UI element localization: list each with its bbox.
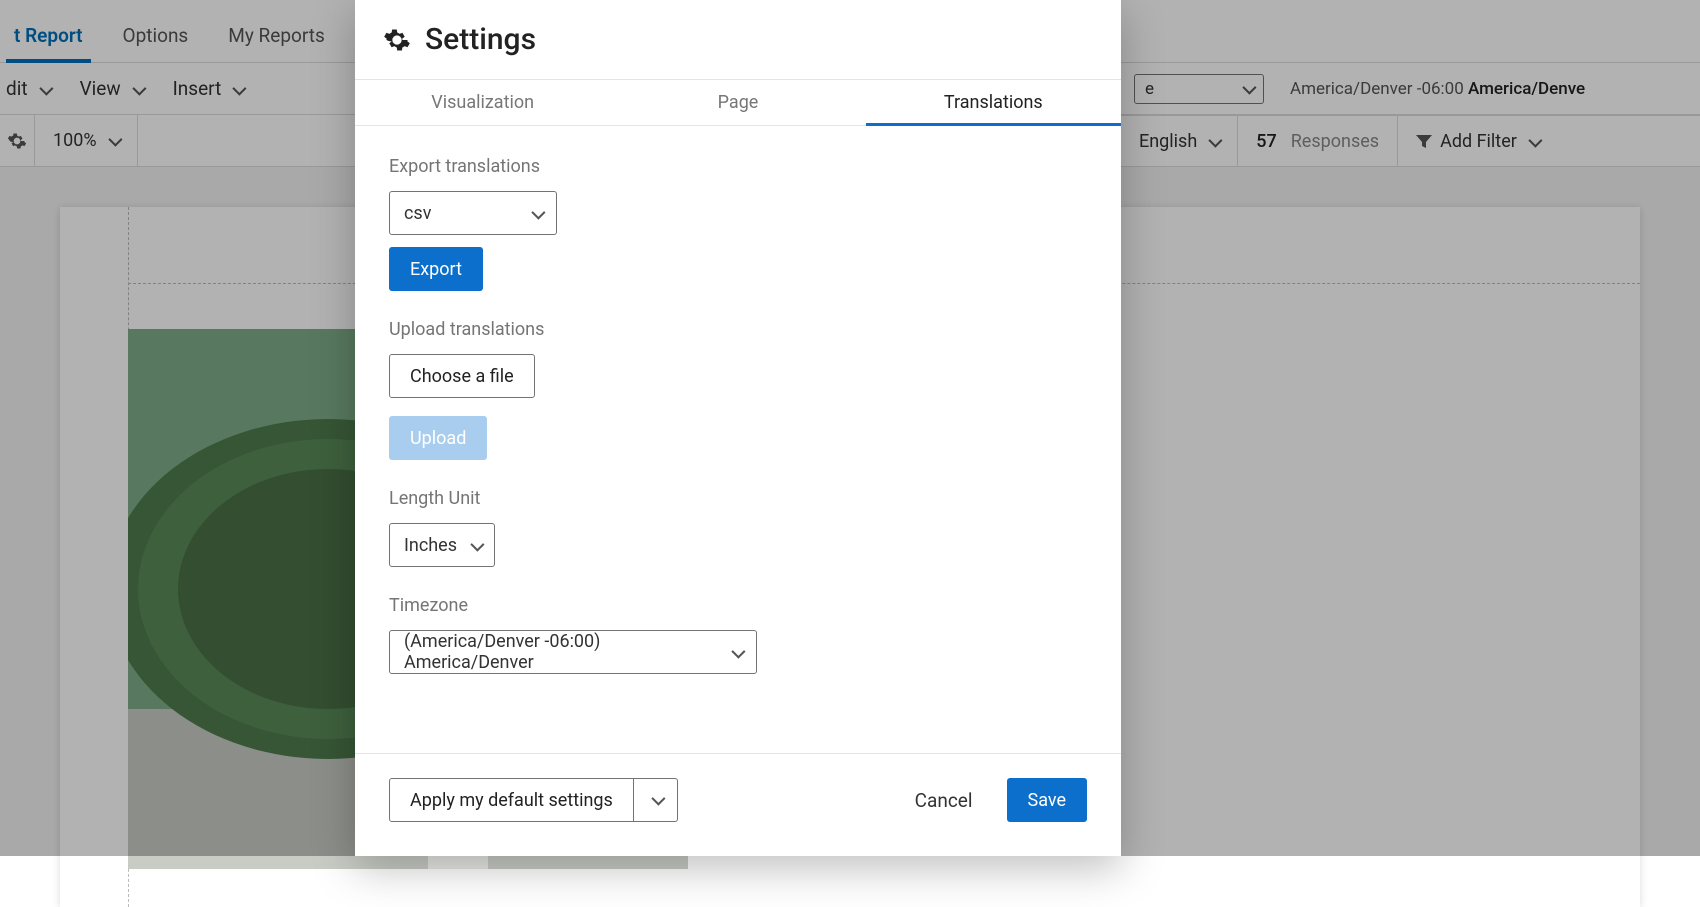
timezone-value: (America/Denver -06:00) America/Denver bbox=[404, 631, 718, 673]
upload-section: Upload translations Choose a file Upload bbox=[389, 319, 1087, 460]
export-format-select[interactable]: csv bbox=[389, 191, 557, 235]
tab-page[interactable]: Page bbox=[610, 80, 865, 125]
chevron-down-icon bbox=[467, 535, 481, 556]
apply-defaults-button[interactable]: Apply my default settings bbox=[389, 778, 634, 822]
settings-modal: Settings Visualization Page Translations… bbox=[355, 0, 1121, 856]
modal-tab-bar: Visualization Page Translations bbox=[355, 80, 1121, 126]
tab-translations[interactable]: Translations bbox=[866, 80, 1121, 125]
export-section: Export translations csv Export bbox=[389, 156, 1087, 291]
save-button[interactable]: Save bbox=[1007, 778, 1088, 822]
timezone-section: Timezone (America/Denver -06:00) America… bbox=[389, 595, 1087, 674]
length-unit-section: Length Unit Inches bbox=[389, 488, 1087, 567]
export-translations-label: Export translations bbox=[389, 156, 1087, 177]
chevron-down-icon bbox=[648, 790, 662, 810]
length-unit-label: Length Unit bbox=[389, 488, 1087, 509]
modal-body: Export translations csv Export Upload tr… bbox=[355, 126, 1121, 753]
choose-file-button[interactable]: Choose a file bbox=[389, 354, 535, 398]
timezone-select[interactable]: (America/Denver -06:00) America/Denver bbox=[389, 630, 757, 674]
timezone-label: Timezone bbox=[389, 595, 1087, 616]
export-format-value: csv bbox=[404, 203, 431, 224]
export-button[interactable]: Export bbox=[389, 247, 483, 291]
upload-button[interactable]: Upload bbox=[389, 416, 487, 460]
gear-icon bbox=[383, 26, 411, 54]
length-unit-value: Inches bbox=[404, 535, 457, 556]
chevron-down-icon bbox=[528, 203, 542, 224]
tab-visualization[interactable]: Visualization bbox=[355, 80, 610, 125]
apply-defaults-split-button: Apply my default settings bbox=[389, 778, 678, 822]
modal-header: Settings bbox=[355, 0, 1121, 80]
apply-defaults-caret[interactable] bbox=[634, 778, 678, 822]
cancel-button[interactable]: Cancel bbox=[895, 778, 993, 822]
modal-title: Settings bbox=[425, 22, 536, 57]
length-unit-select[interactable]: Inches bbox=[389, 523, 495, 567]
modal-footer: Apply my default settings Cancel Save bbox=[355, 753, 1121, 856]
upload-translations-label: Upload translations bbox=[389, 319, 1087, 340]
chevron-down-icon bbox=[728, 642, 742, 663]
